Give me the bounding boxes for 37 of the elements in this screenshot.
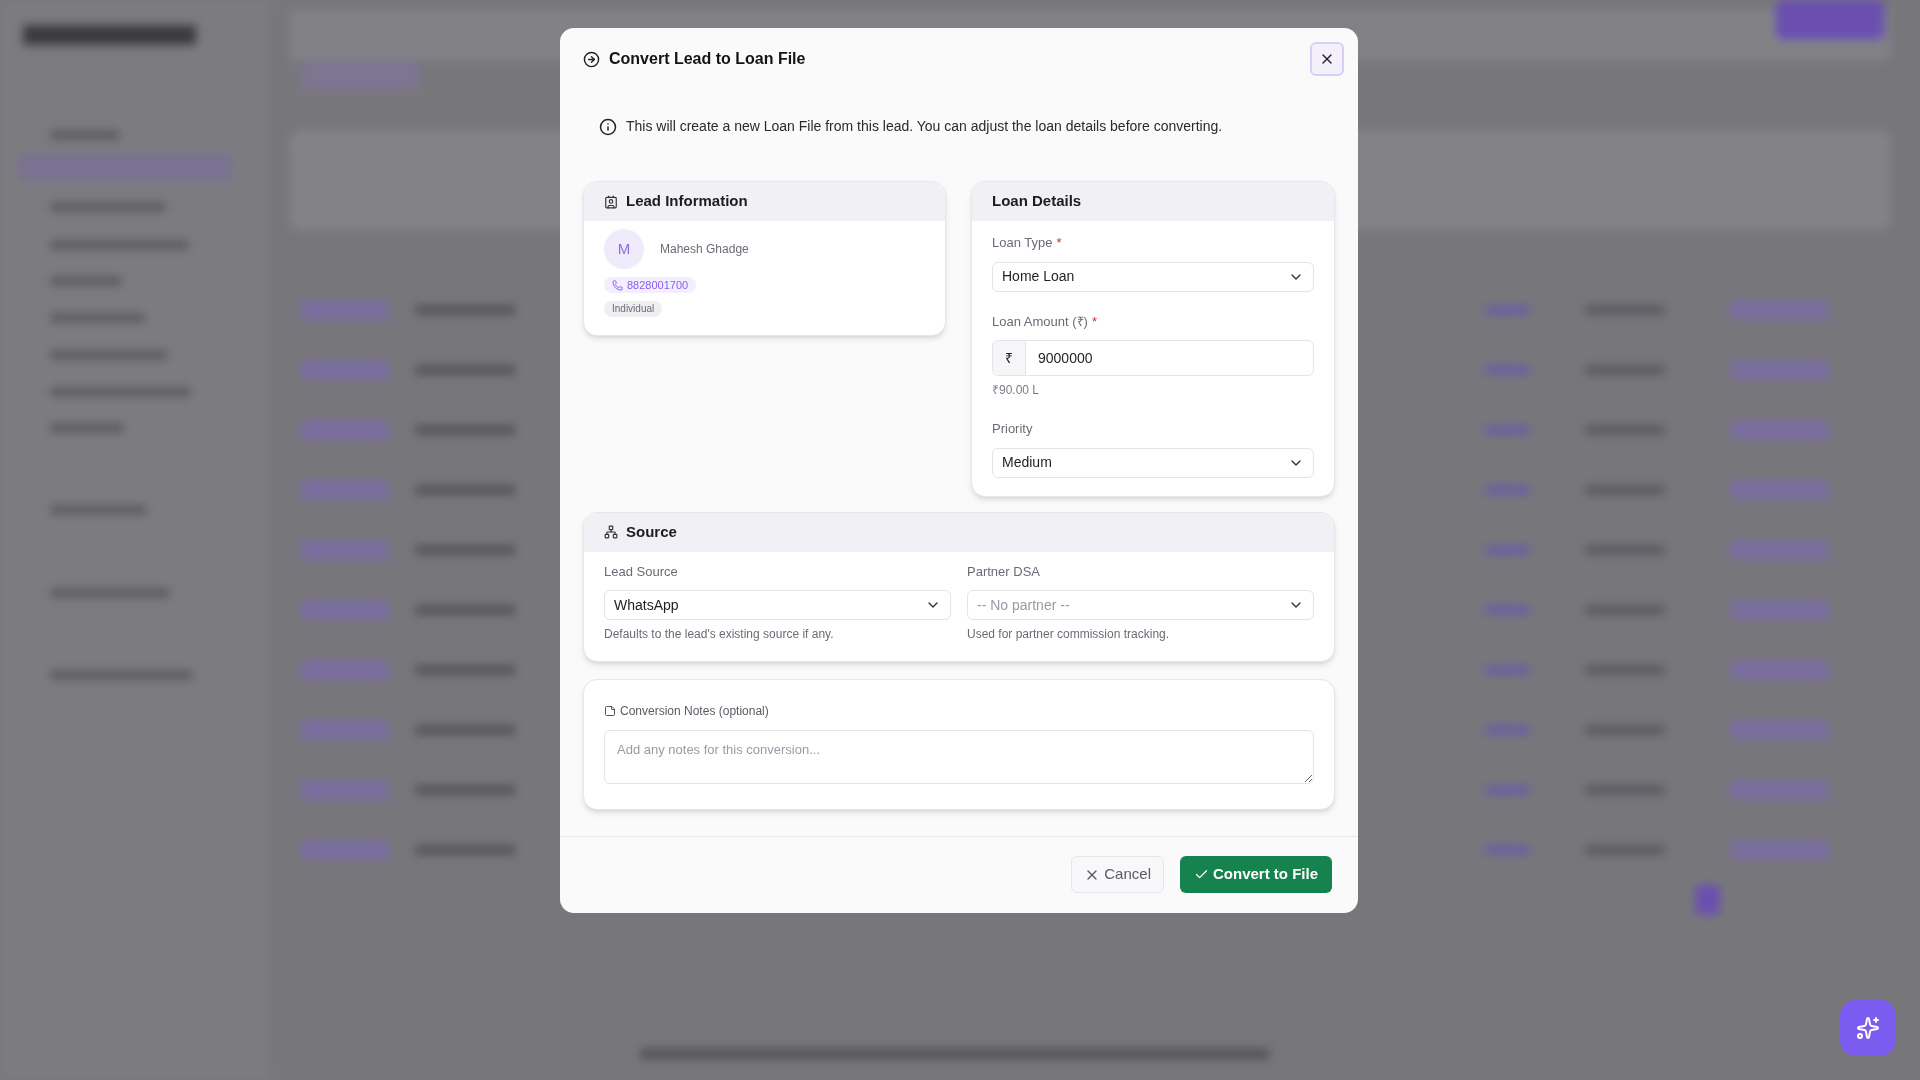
hierarchy-icon xyxy=(604,525,618,539)
card-title: Lead Information xyxy=(626,191,748,212)
required-asterisk: * xyxy=(1056,234,1062,252)
cancel-button[interactable]: Cancel xyxy=(1071,856,1164,893)
field-label: Loan Amount (₹) xyxy=(992,312,1088,331)
field-label: Loan Type xyxy=(992,234,1053,252)
info-icon xyxy=(599,117,617,136)
field-hint: Defaults to the lead's existing source if any. xyxy=(604,626,835,643)
notes-field[interactable]: Add any notes for this conversion... xyxy=(604,730,1314,784)
contact-icon xyxy=(604,194,618,209)
convert-button[interactable]: Convert to File xyxy=(1180,856,1332,893)
info-text: This will create a new Loan File from this lead. You can adjust the loan details before converting. xyxy=(626,117,1223,136)
amount-hint: ₹90.00 L xyxy=(992,382,1041,399)
sparkles-icon xyxy=(1856,1016,1880,1040)
select-field[interactable]: Home Loan xyxy=(992,261,1314,292)
amount-field[interactable]: ₹ 9000000 xyxy=(992,340,1314,376)
field-hint: Used for partner commission tracking. xyxy=(967,626,1171,643)
required-asterisk: * xyxy=(1091,312,1097,331)
select-field[interactable]: WhatsApp xyxy=(604,590,951,620)
field-label: Partner DSA xyxy=(967,562,1040,581)
currency-prefix: ₹ xyxy=(993,341,1026,375)
close-button[interactable] xyxy=(1310,42,1344,76)
note-icon xyxy=(604,705,616,717)
field-label: Priority xyxy=(992,420,1033,438)
card-title: Loan Details xyxy=(992,191,1082,212)
notes-label: Conversion Notes (optional) xyxy=(620,703,769,720)
select-field[interactable]: Medium xyxy=(992,447,1314,478)
arrow-right-circle-icon xyxy=(583,50,600,68)
dialog-title: Convert Lead to Loan File xyxy=(609,49,806,69)
avatar: M xyxy=(604,229,644,269)
phone-badge: 8828001700 xyxy=(604,277,697,293)
card-title: Source xyxy=(626,521,677,542)
lead-name: Mahesh Ghadge xyxy=(660,241,749,258)
type-badge: Individual xyxy=(604,301,663,317)
field-label: Lead Source xyxy=(604,562,678,581)
phone-icon xyxy=(612,279,623,291)
sparkle-button[interactable] xyxy=(1840,1000,1896,1056)
